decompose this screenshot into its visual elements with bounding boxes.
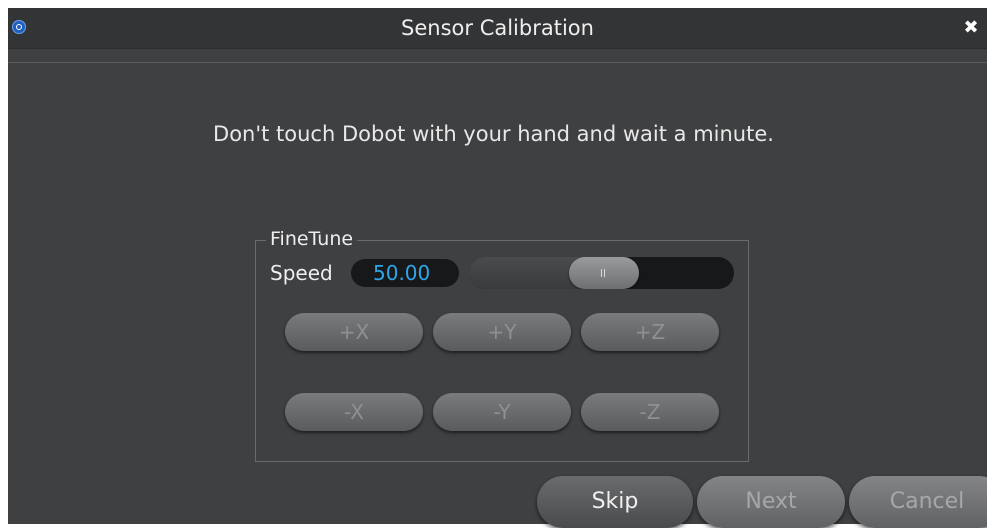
skip-button[interactable]: Skip xyxy=(537,476,693,528)
jog-minus-y-button[interactable]: -Y xyxy=(433,393,571,431)
next-button[interactable]: Next xyxy=(697,476,845,528)
speed-slider[interactable] xyxy=(469,257,734,289)
grip-icon xyxy=(601,269,605,277)
titlebar-separator xyxy=(8,62,987,63)
instruction-message: Don't touch Dobot with your hand and wai… xyxy=(213,122,774,146)
window-title: Sensor Calibration xyxy=(401,16,594,40)
jog-minus-z-button[interactable]: -Z xyxy=(581,393,719,431)
jog-plus-z-button[interactable]: +Z xyxy=(581,313,719,351)
speed-slider-handle[interactable] xyxy=(569,257,639,289)
titlebar: Sensor Calibration ✖ xyxy=(8,8,987,49)
speed-value-field[interactable]: 50.00 xyxy=(351,259,459,287)
jog-plus-x-button[interactable]: +X xyxy=(285,313,423,351)
speed-label: Speed xyxy=(270,261,333,285)
cancel-button[interactable]: Cancel xyxy=(849,476,987,528)
close-icon[interactable]: ✖ xyxy=(959,16,983,40)
finetune-legend: FineTune xyxy=(266,226,358,252)
jog-minus-x-button[interactable]: -X xyxy=(285,393,423,431)
jog-plus-y-button[interactable]: +Y xyxy=(433,313,571,351)
